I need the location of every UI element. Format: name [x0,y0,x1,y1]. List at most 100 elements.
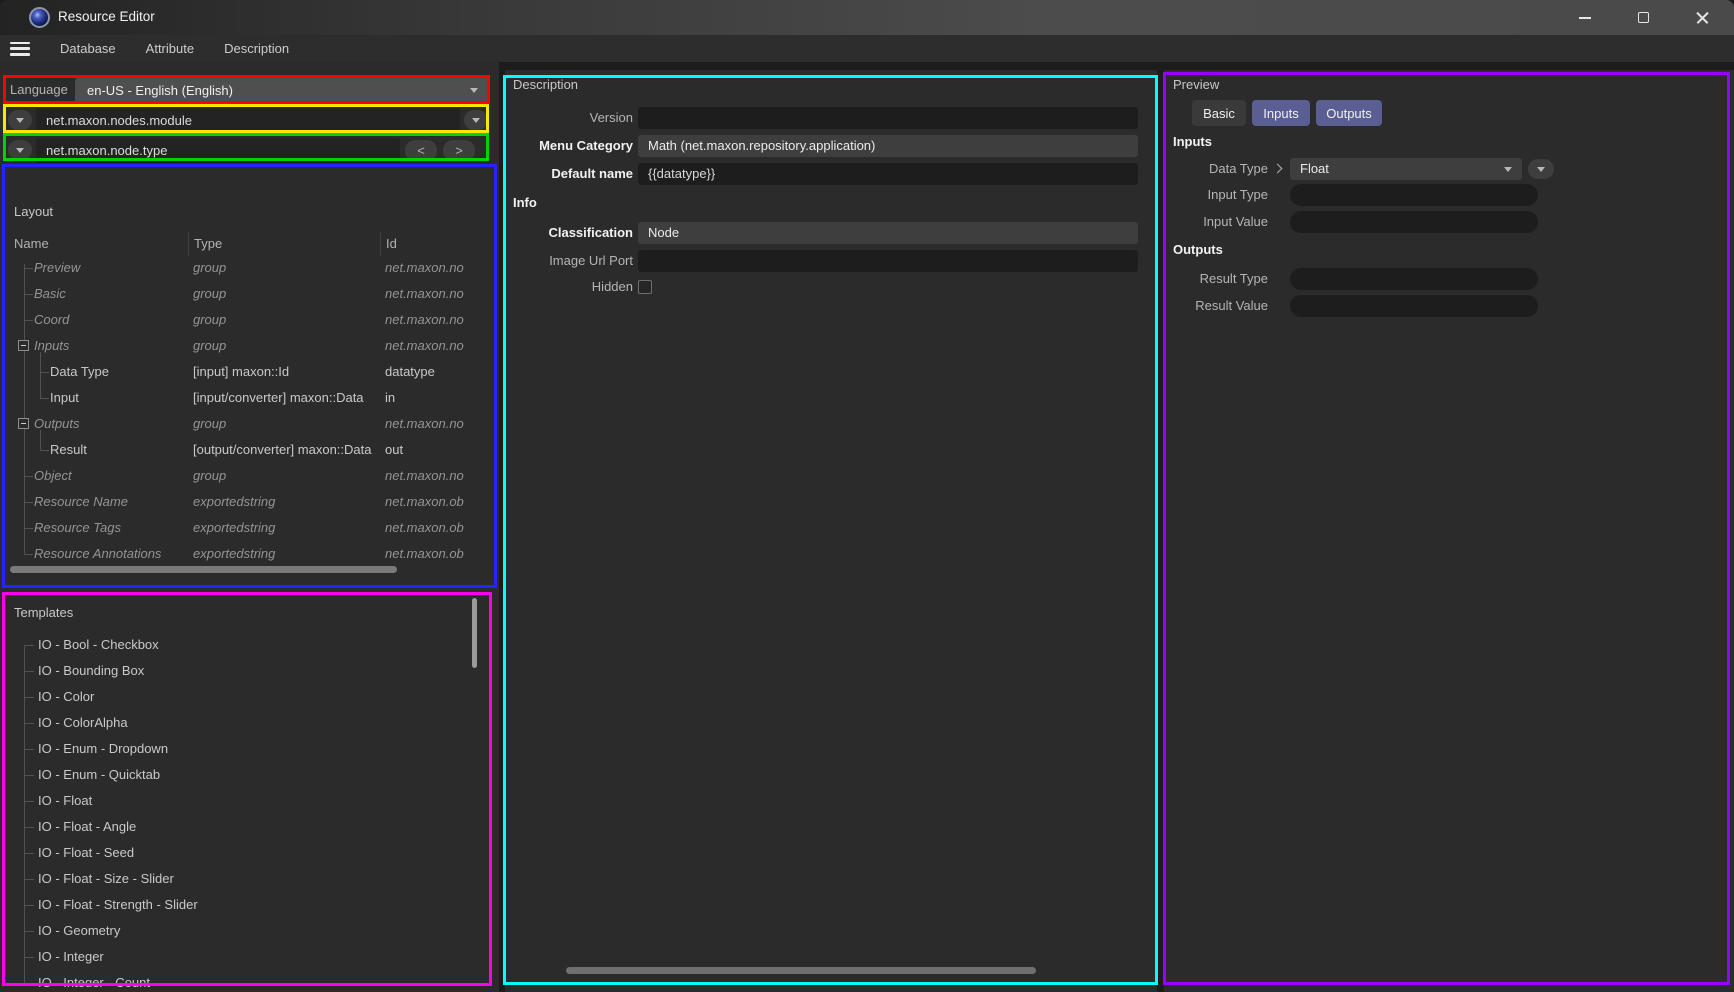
preview-panel: Preview BasicInputsOutputs Inputs Data T… [1164,72,1734,992]
row-id-cell: net.maxon.ob [380,541,497,563]
classification-field[interactable]: Node [638,222,1138,244]
list-item[interactable]: IO - Enum - Quicktab [0,762,492,788]
templates-panel-title: Templates [14,605,73,620]
image-url-port-field[interactable] [638,250,1138,272]
row-name-cell: Input [0,385,188,411]
default-name-field[interactable]: {{datatype}} [638,163,1138,185]
row-type-cell: exportedstring [188,515,380,541]
table-row[interactable]: Resource Name exportedstring net.maxon.o… [0,489,497,515]
table-row[interactable]: Basic group net.maxon.no [0,281,497,307]
table-row[interactable]: Preview group net.maxon.no [0,255,497,281]
description-horizontal-scrollbar[interactable] [566,967,1036,974]
list-item[interactable]: IO - Enum - Dropdown [0,736,492,762]
list-item[interactable]: IO - Float - Size - Slider [0,866,492,892]
list-item[interactable]: IO - Float - Angle [0,814,492,840]
table-row[interactable]: Inputs group net.maxon.no [0,333,497,359]
input-type-row: Input Type [1164,184,1724,206]
result-type-field[interactable] [1290,268,1538,290]
list-item[interactable]: IO - Integer - Count [0,970,492,987]
column-header-name[interactable]: Name [0,232,188,256]
preview-tab[interactable]: Inputs [1252,100,1310,126]
menu-item[interactable]: Database [58,39,118,58]
menu-items: Database Attribute Description [58,41,317,56]
row-type-cell: [output/converter] maxon::Data [188,437,380,463]
templates-vertical-scrollbar[interactable] [472,598,477,668]
data-type-dropdown[interactable]: Float [1290,158,1522,180]
table-row[interactable]: Coord group net.maxon.no [0,307,497,333]
list-item[interactable]: IO - Color [0,684,492,710]
row-name-cell: Basic [0,281,188,307]
version-label: Version [505,107,633,129]
data-type-options-button[interactable] [1528,159,1554,179]
list-item[interactable]: IO - Geometry [0,918,492,944]
next-node-button[interactable]: > [443,140,475,161]
list-item[interactable]: IO - ColorAlpha [0,710,492,736]
image-url-port-row: Image Url Port [505,250,1145,272]
module-options-button[interactable] [464,110,488,130]
row-id-cell: net.maxon.ob [380,515,497,541]
hamburger-menu-icon[interactable] [10,42,30,56]
row-type-cell: group [188,463,380,489]
language-dropdown-value: en-US - English (English) [87,83,233,98]
collapse-expander-icon[interactable] [18,340,29,351]
menu-bar: Database Attribute Description [0,35,1734,62]
module-id-field[interactable]: net.maxon.nodes.module [36,108,460,133]
list-item[interactable]: IO - Integer [0,944,492,970]
menu-category-label: Menu Category [505,135,633,157]
preview-panel-title: Preview [1173,77,1219,92]
preview-tab[interactable]: Basic [1192,100,1246,126]
close-icon [1696,11,1709,24]
menu-item[interactable]: Description [222,39,291,58]
inputs-section-title: Inputs [1173,134,1212,149]
list-item[interactable]: IO - Float - Seed [0,840,492,866]
collapse-expander-icon[interactable] [18,418,29,429]
close-button[interactable] [1679,0,1725,35]
result-value-field[interactable] [1290,295,1538,317]
chevron-down-icon [470,88,478,93]
menu-category-field[interactable]: Math (net.maxon.repository.application) [638,135,1138,157]
list-item[interactable]: IO - Bool - Checkbox [0,632,492,658]
chevron-right-icon [1273,164,1283,174]
prev-node-button[interactable]: < [405,140,437,161]
maximize-button[interactable] [1620,0,1666,35]
list-item[interactable]: IO - Bounding Box [0,658,492,684]
hidden-checkbox[interactable] [638,280,652,294]
row-type-cell: group [188,307,380,333]
table-row[interactable]: Resource Annotations exportedstring net.… [0,541,497,563]
node-type-field[interactable]: net.maxon.node.type [36,138,400,163]
result-value-row: Result Value [1164,295,1724,317]
list-item[interactable]: IO - Float - Strength - Slider [0,892,492,918]
preview-tab[interactable]: Outputs [1316,100,1382,126]
menu-item[interactable]: Attribute [144,39,196,58]
layout-horizontal-scrollbar[interactable] [10,566,397,573]
maximize-icon [1638,12,1649,23]
table-row[interactable]: Outputs group net.maxon.no [0,411,497,437]
input-value-field[interactable] [1290,211,1538,233]
row-id-cell: net.maxon.no [380,281,497,307]
table-row[interactable]: Input [input/converter] maxon::Data in [0,385,497,411]
table-row[interactable]: Object group net.maxon.no [0,463,497,489]
module-dropdown-button[interactable] [8,110,32,130]
row-type-cell: exportedstring [188,541,380,563]
minimize-icon [1579,17,1591,19]
module-row: net.maxon.nodes.module [0,108,497,133]
column-header-type[interactable]: Type [188,232,380,256]
table-row[interactable]: Result [output/converter] maxon::Data ou… [0,437,497,463]
chevron-down-icon [1504,167,1512,172]
language-dropdown[interactable]: en-US - English (English) [75,78,490,103]
table-row[interactable]: Resource Tags exportedstring net.maxon.o… [0,515,497,541]
type-dropdown-button[interactable] [8,140,32,160]
column-header-id[interactable]: Id [380,232,497,256]
version-field[interactable] [638,107,1138,129]
minimize-button[interactable] [1562,0,1608,35]
table-row[interactable]: Data Type [input] maxon::Id datatype [0,359,497,385]
result-value-label: Result Value [1068,295,1268,317]
main-area: Language en-US - English (English) net.m… [0,62,1734,992]
info-section-title: Info [513,195,537,210]
row-type-cell: group [188,333,380,359]
input-type-label: Input Type [1068,184,1268,206]
row-name-cell: Data Type [0,359,188,385]
input-type-field[interactable] [1290,184,1538,206]
language-row: Language en-US - English (English) [0,78,497,103]
list-item[interactable]: IO - Float [0,788,492,814]
